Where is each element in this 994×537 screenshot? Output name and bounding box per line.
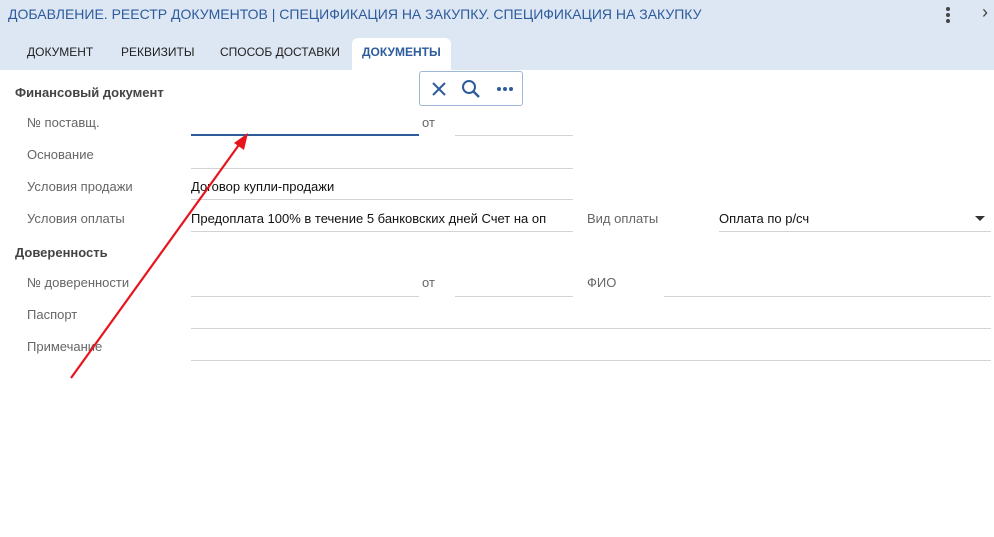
- annotation-arrow: [70, 133, 248, 379]
